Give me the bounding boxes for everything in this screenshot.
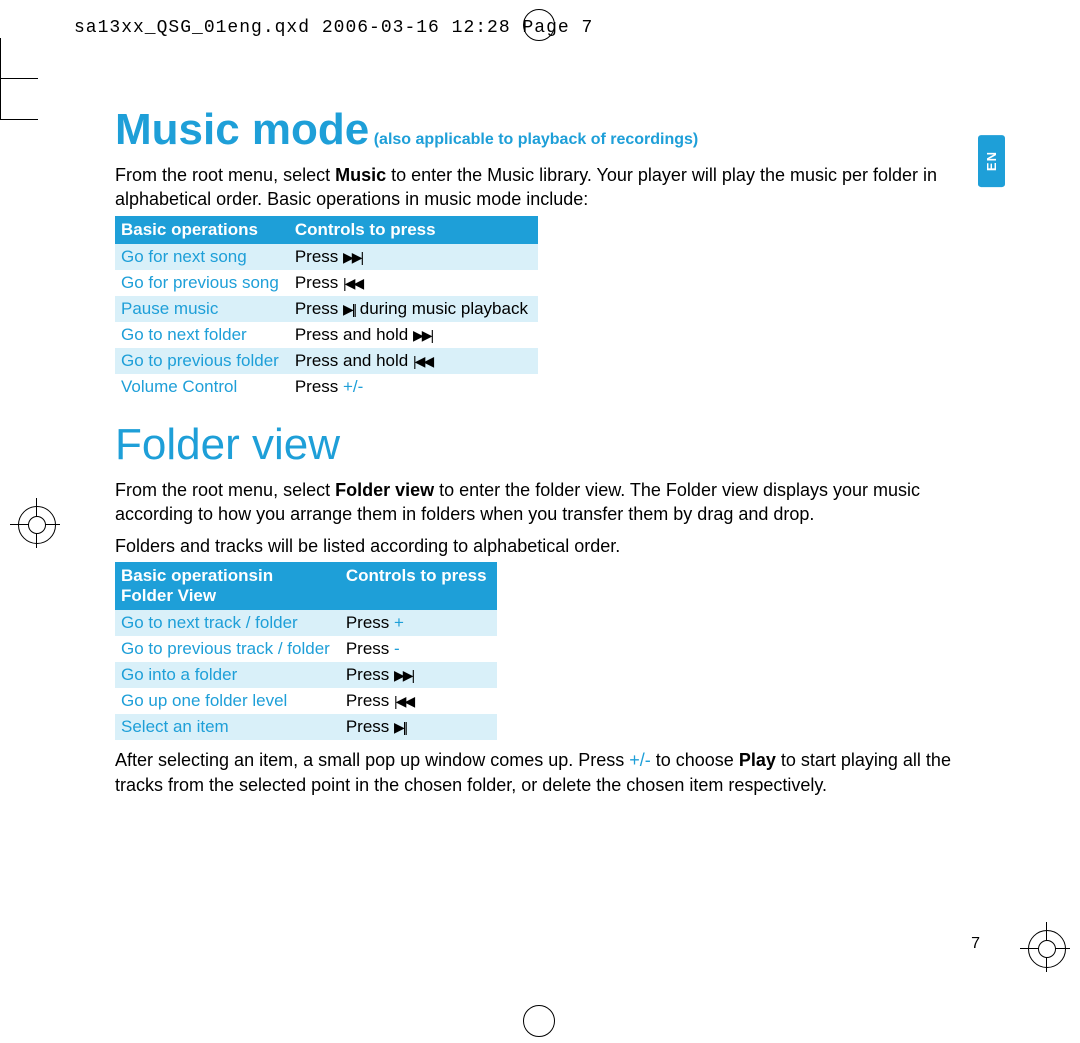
minus-icon: - [394, 639, 400, 658]
table-row: Go for previous song Press |◀◀ [115, 270, 538, 296]
operation-cell: Volume Control [115, 374, 289, 400]
page-content: Music mode (also applicable to playback … [115, 105, 985, 801]
crop-mark [523, 1005, 555, 1037]
table-row: Go for next song Press ▶▶| [115, 244, 538, 270]
prev-icon: |◀◀ [394, 693, 413, 709]
text: Press [346, 691, 394, 710]
operation-cell: Go to next folder [115, 322, 289, 348]
text: to choose [651, 750, 739, 770]
next-icon: ▶▶| [413, 327, 432, 343]
control-cell: Press + [340, 610, 497, 636]
control-cell: Press +/- [289, 374, 538, 400]
table-row: Go into a folder Press ▶▶| [115, 662, 497, 688]
music-intro: From the root menu, select Music to ente… [115, 163, 985, 212]
control-cell: Press ▶▶| [289, 244, 538, 270]
music-title: Music mode [115, 105, 369, 154]
table-header: Basic operations [115, 216, 289, 244]
text: Press [346, 665, 394, 684]
next-icon: ▶▶| [343, 249, 362, 265]
text: After selecting an item, a small pop up … [115, 750, 629, 770]
control-cell: Press and hold ▶▶| [289, 322, 538, 348]
table-row: Pause music Press ▶|| during music playb… [115, 296, 538, 322]
crop-mark [0, 78, 38, 79]
text: Press [346, 639, 394, 658]
control-cell: Press ▶▶| [340, 662, 497, 688]
text-bold: Folder view [335, 480, 434, 500]
prev-icon: |◀◀ [413, 353, 432, 369]
table-header: Basic operationsin Folder View [115, 562, 340, 610]
table-header: Controls to press [340, 562, 497, 610]
text: Press [295, 377, 343, 396]
operation-cell: Go up one folder level [115, 688, 340, 714]
next-icon: ▶▶| [394, 667, 413, 683]
operation-cell: Select an item [115, 714, 340, 740]
folder-operations-table: Basic operationsin Folder View Controls … [115, 562, 497, 740]
control-cell: Press and hold |◀◀ [289, 348, 538, 374]
music-subtitle: (also applicable to playback of recordin… [369, 131, 698, 148]
table-row: Go to previous track / folder Press - [115, 636, 497, 662]
text: Press [295, 247, 343, 266]
operation-cell: Go to previous folder [115, 348, 289, 374]
folder-outro: After selecting an item, a small pop up … [115, 748, 985, 797]
control-cell: Press - [340, 636, 497, 662]
table-header-row: Basic operations Controls to press [115, 216, 538, 244]
table-row: Volume Control Press +/- [115, 374, 538, 400]
text-bold: Play [739, 750, 776, 770]
control-cell: Press |◀◀ [340, 688, 497, 714]
operation-cell: Go to previous track / folder [115, 636, 340, 662]
crop-mark [523, 9, 555, 41]
crop-mark [0, 119, 38, 120]
plus-minus: +/- [343, 377, 363, 396]
text: Press [346, 717, 394, 736]
control-cell: Press |◀◀ [289, 270, 538, 296]
text: during music playback [355, 299, 528, 318]
operation-cell: Go for previous song [115, 270, 289, 296]
crop-mark [28, 516, 46, 534]
text: From the root menu, select [115, 480, 335, 500]
music-operations-table: Basic operations Controls to press Go fo… [115, 216, 538, 400]
play-pause-icon: ▶|| [343, 301, 355, 317]
prev-icon: |◀◀ [343, 275, 362, 291]
play-pause-icon: ▶|| [394, 719, 406, 735]
control-cell: Press ▶|| during music playback [289, 296, 538, 322]
operation-cell: Go to next track / folder [115, 610, 340, 636]
table-row: Go up one folder level Press |◀◀ [115, 688, 497, 714]
operation-cell: Go into a folder [115, 662, 340, 688]
table-header: Controls to press [289, 216, 538, 244]
operation-cell: Pause music [115, 296, 289, 322]
operation-cell: Go for next song [115, 244, 289, 270]
page-number: 7 [971, 935, 980, 953]
text: From the root menu, select [115, 165, 335, 185]
text: Basic operationsin [121, 566, 273, 585]
text-bold: Music [335, 165, 386, 185]
table-row: Go to previous folder Press and hold |◀◀ [115, 348, 538, 374]
text: Press [346, 613, 394, 632]
text: Press [295, 299, 343, 318]
table-row: Select an item Press ▶|| [115, 714, 497, 740]
crop-mark [1038, 940, 1056, 958]
text: Press and hold [295, 351, 413, 370]
plus-minus: +/- [629, 750, 651, 770]
control-cell: Press ▶|| [340, 714, 497, 740]
table-row: Go to next folder Press and hold ▶▶| [115, 322, 538, 348]
text: Press [295, 273, 343, 292]
music-mode-heading: Music mode (also applicable to playback … [115, 105, 985, 155]
plus-icon: + [394, 613, 404, 632]
folder-intro: From the root menu, select Folder view t… [115, 478, 985, 527]
text: Press and hold [295, 325, 413, 344]
table-header-row: Basic operationsin Folder View Controls … [115, 562, 497, 610]
folder-note: Folders and tracks will be listed accord… [115, 534, 985, 558]
folder-view-title: Folder view [115, 420, 985, 470]
crop-mark [0, 38, 1, 78]
text: Folder View [121, 586, 216, 605]
crop-mark [0, 79, 1, 119]
table-row: Go to next track / folder Press + [115, 610, 497, 636]
